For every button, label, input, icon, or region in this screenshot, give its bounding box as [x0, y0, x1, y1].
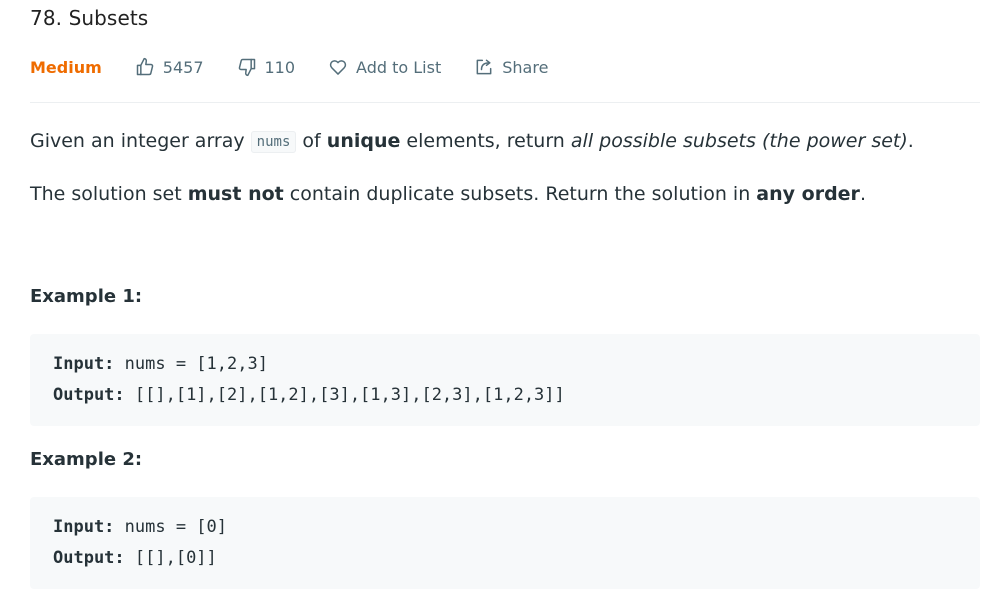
output-value: [[],[0]] [124, 548, 217, 568]
bold-text: must not [187, 183, 284, 205]
text-segment: elements, return [400, 130, 571, 152]
divider [30, 102, 980, 103]
problem-description-panel: 78. Subsets Medium 5457 110 Add to List [0, 0, 995, 599]
output-label: Output: [53, 548, 125, 568]
problem-title: 78. Subsets [30, 6, 149, 30]
problem-meta-bar: Medium 5457 110 Add to List Share [30, 54, 581, 80]
input-value: nums = [0] [114, 517, 228, 537]
example-1-output-line: Output: [[],[1],[2],[1,2],[3],[1,3],[2,3… [53, 385, 565, 405]
description-paragraph-1: Given an integer array nums of unique el… [30, 129, 914, 155]
share-label: Share [502, 57, 549, 77]
like-button[interactable]: 5457 [135, 57, 204, 77]
share-icon [476, 59, 492, 75]
like-count: 5457 [162, 57, 204, 77]
description-paragraph-2: The solution set must not contain duplic… [30, 182, 866, 206]
text-segment: of [296, 130, 327, 152]
example-1-title: Example 1: [30, 286, 143, 307]
bold-text: unique [326, 130, 401, 152]
add-to-list-button[interactable]: Add to List [328, 57, 441, 77]
heart-icon [329, 60, 347, 75]
dislike-button[interactable]: 110 [237, 57, 296, 77]
text-segment: Given an integer array [30, 130, 251, 152]
text-segment: The solution set [30, 183, 188, 205]
add-to-list-label: Add to List [356, 57, 442, 77]
input-label: Input: [53, 517, 115, 537]
input-label: Input: [53, 354, 115, 374]
difficulty-label: Medium [30, 57, 102, 77]
dislike-count: 110 [264, 57, 296, 77]
thumbs-down-icon [238, 58, 255, 77]
italic-text: all possible subsets (the power set) [570, 130, 908, 152]
output-label: Output: [53, 385, 125, 405]
share-button[interactable]: Share [474, 57, 548, 77]
example-2-output-line: Output: [[],[0]] [53, 548, 217, 568]
example-2-title: Example 2: [30, 449, 143, 470]
example-2-input-line: Input: nums = [0] [53, 517, 227, 537]
text-segment: . [859, 183, 866, 205]
example-2-code-block: Input: nums = [0] Output: [[],[0]] [30, 497, 980, 589]
inline-code-nums: nums [250, 131, 297, 153]
example-1-code-block: Input: nums = [1,2,3] Output: [[],[1],[2… [30, 334, 980, 426]
text-segment: . [907, 130, 914, 152]
thumbs-up-icon [136, 57, 154, 76]
bold-text: any order [756, 183, 860, 205]
input-value: nums = [1,2,3] [114, 354, 268, 374]
output-value: [[],[1],[2],[1,2],[3],[1,3],[2,3],[1,2,3… [124, 385, 565, 405]
example-1-input-line: Input: nums = [1,2,3] [53, 354, 268, 374]
text-segment: contain duplicate subsets. Return the so… [283, 183, 757, 205]
